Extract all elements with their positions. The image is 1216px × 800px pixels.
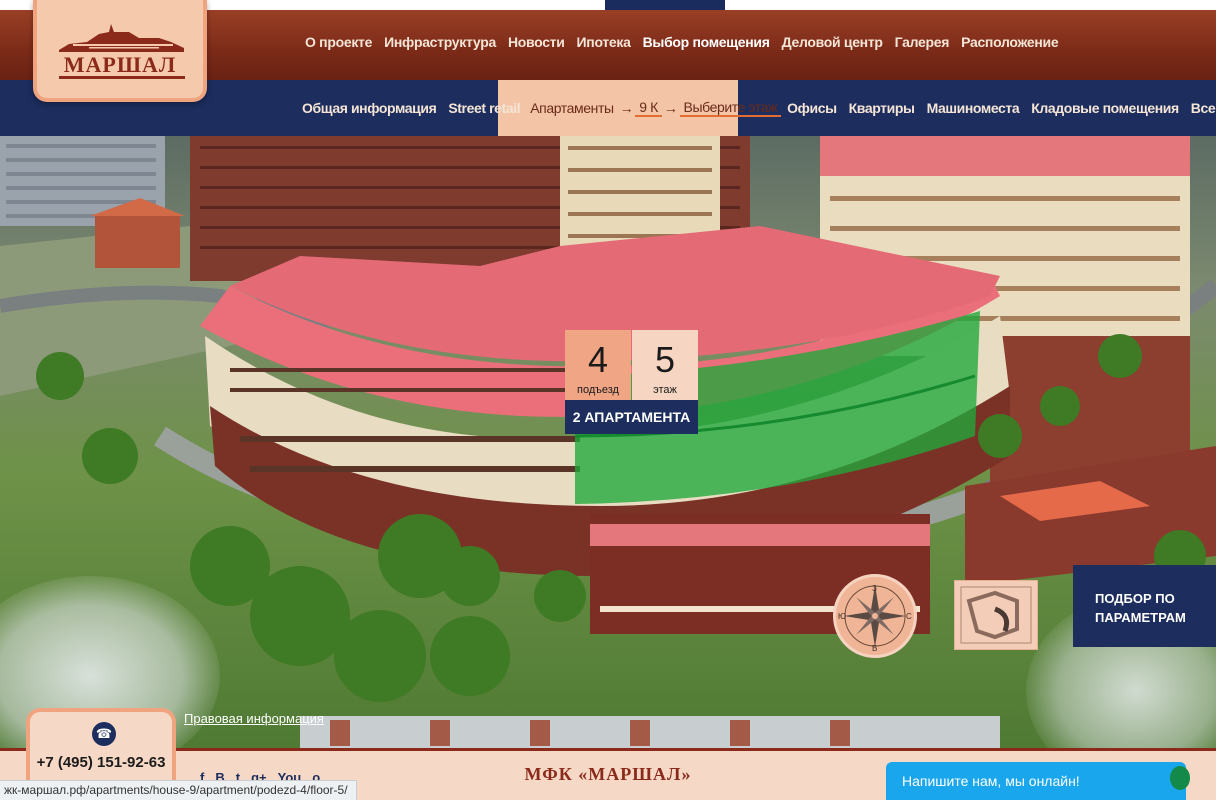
subnav-item-street-retail[interactable]: Street retail	[442, 100, 526, 116]
breadcrumb-apartments[interactable]: Апартаменты	[526, 100, 617, 116]
floor-label: этаж	[653, 384, 677, 396]
subnav-item-offices[interactable]: Офисы	[781, 100, 843, 116]
nav-item-business-center[interactable]: Деловой центр	[776, 34, 889, 50]
breadcrumb-arrow-icon: →	[663, 100, 678, 116]
sub-nav-list: Общая информация Street retail Апартамен…	[296, 99, 1216, 117]
nav-item-mortgage[interactable]: Ипотека	[571, 34, 637, 50]
apartments-count-button[interactable]: 2 АПАРТАМЕНТА	[565, 400, 698, 434]
compass-label-south: В	[872, 644, 877, 653]
nav-item-about[interactable]: О проекте	[299, 34, 378, 50]
online-chat-label: Напишите нам, мы онлайн!	[902, 773, 1080, 789]
subnav-item-flats[interactable]: Квартиры	[843, 100, 921, 116]
site-plan-icon	[960, 586, 1032, 644]
chat-corner-icon	[1170, 766, 1190, 790]
logo-underline	[59, 76, 185, 79]
footer-top-stripe	[0, 748, 1216, 751]
compass-label-north: З	[872, 584, 877, 593]
compass-rotate-button[interactable]: З В Ю С	[833, 574, 917, 658]
logo-text: МАРШАЛ	[63, 52, 177, 77]
entrance-cell: 4 подъезд	[565, 330, 631, 400]
subnav-item-all-types[interactable]: Все типы	[1185, 100, 1216, 116]
subnav-item-general-info[interactable]: Общая информация	[296, 100, 442, 116]
logo-building-icon	[59, 24, 184, 52]
nav-item-news[interactable]: Новости	[502, 34, 571, 50]
parameter-search-line2: ПАРАМЕТРАМ	[1095, 610, 1186, 625]
legal-info-link[interactable]: Правовая информация	[184, 711, 324, 726]
entrance-label: подъезд	[577, 384, 619, 396]
compass-icon: З В Ю С	[838, 584, 912, 653]
nav-item-infrastructure[interactable]: Инфраструктура	[378, 34, 502, 50]
top-accent-bar	[605, 0, 725, 10]
breadcrumb-arrow-icon: →	[619, 100, 634, 116]
subnav-item-parking[interactable]: Машиноместа	[921, 100, 1026, 116]
nav-item-gallery[interactable]: Галерея	[889, 34, 955, 50]
browser-status-url: жк-маршал.рф/apartments/house-9/apartmen…	[0, 780, 357, 800]
parameter-search-line1: ПОДБОР ПО	[1095, 591, 1175, 606]
site-logo[interactable]: МАРШАЛ	[33, 0, 207, 102]
nav-item-location[interactable]: Расположение	[955, 34, 1064, 50]
aerial-building-render[interactable]	[0, 136, 1216, 748]
phone-icon: ☎	[92, 722, 116, 746]
compass-label-west: Ю	[838, 612, 846, 621]
parameter-search-button[interactable]: ПОДБОР ПО ПАРАМЕТРАМ	[1073, 565, 1216, 647]
phone-number[interactable]: +7 (495) 151-92-63	[30, 754, 172, 771]
nav-item-choose-premises[interactable]: Выбор помещения	[637, 34, 776, 50]
entrance-number: 4	[587, 339, 609, 380]
breadcrumb-house[interactable]: 9 К	[635, 99, 662, 117]
breadcrumb-choose-floor: Выберите этаж	[679, 99, 782, 117]
online-chat-button[interactable]: Напишите нам, мы онлайн!	[886, 762, 1190, 800]
site-plan-button[interactable]	[954, 580, 1038, 650]
compass-label-east: С	[906, 612, 912, 621]
main-nav-list: О проекте Инфраструктура Новости Ипотека…	[299, 34, 1064, 50]
subnav-item-storage[interactable]: Кладовые помещения	[1025, 100, 1185, 116]
floor-cell: 5 этаж	[632, 330, 698, 400]
floor-number: 5	[654, 339, 676, 380]
